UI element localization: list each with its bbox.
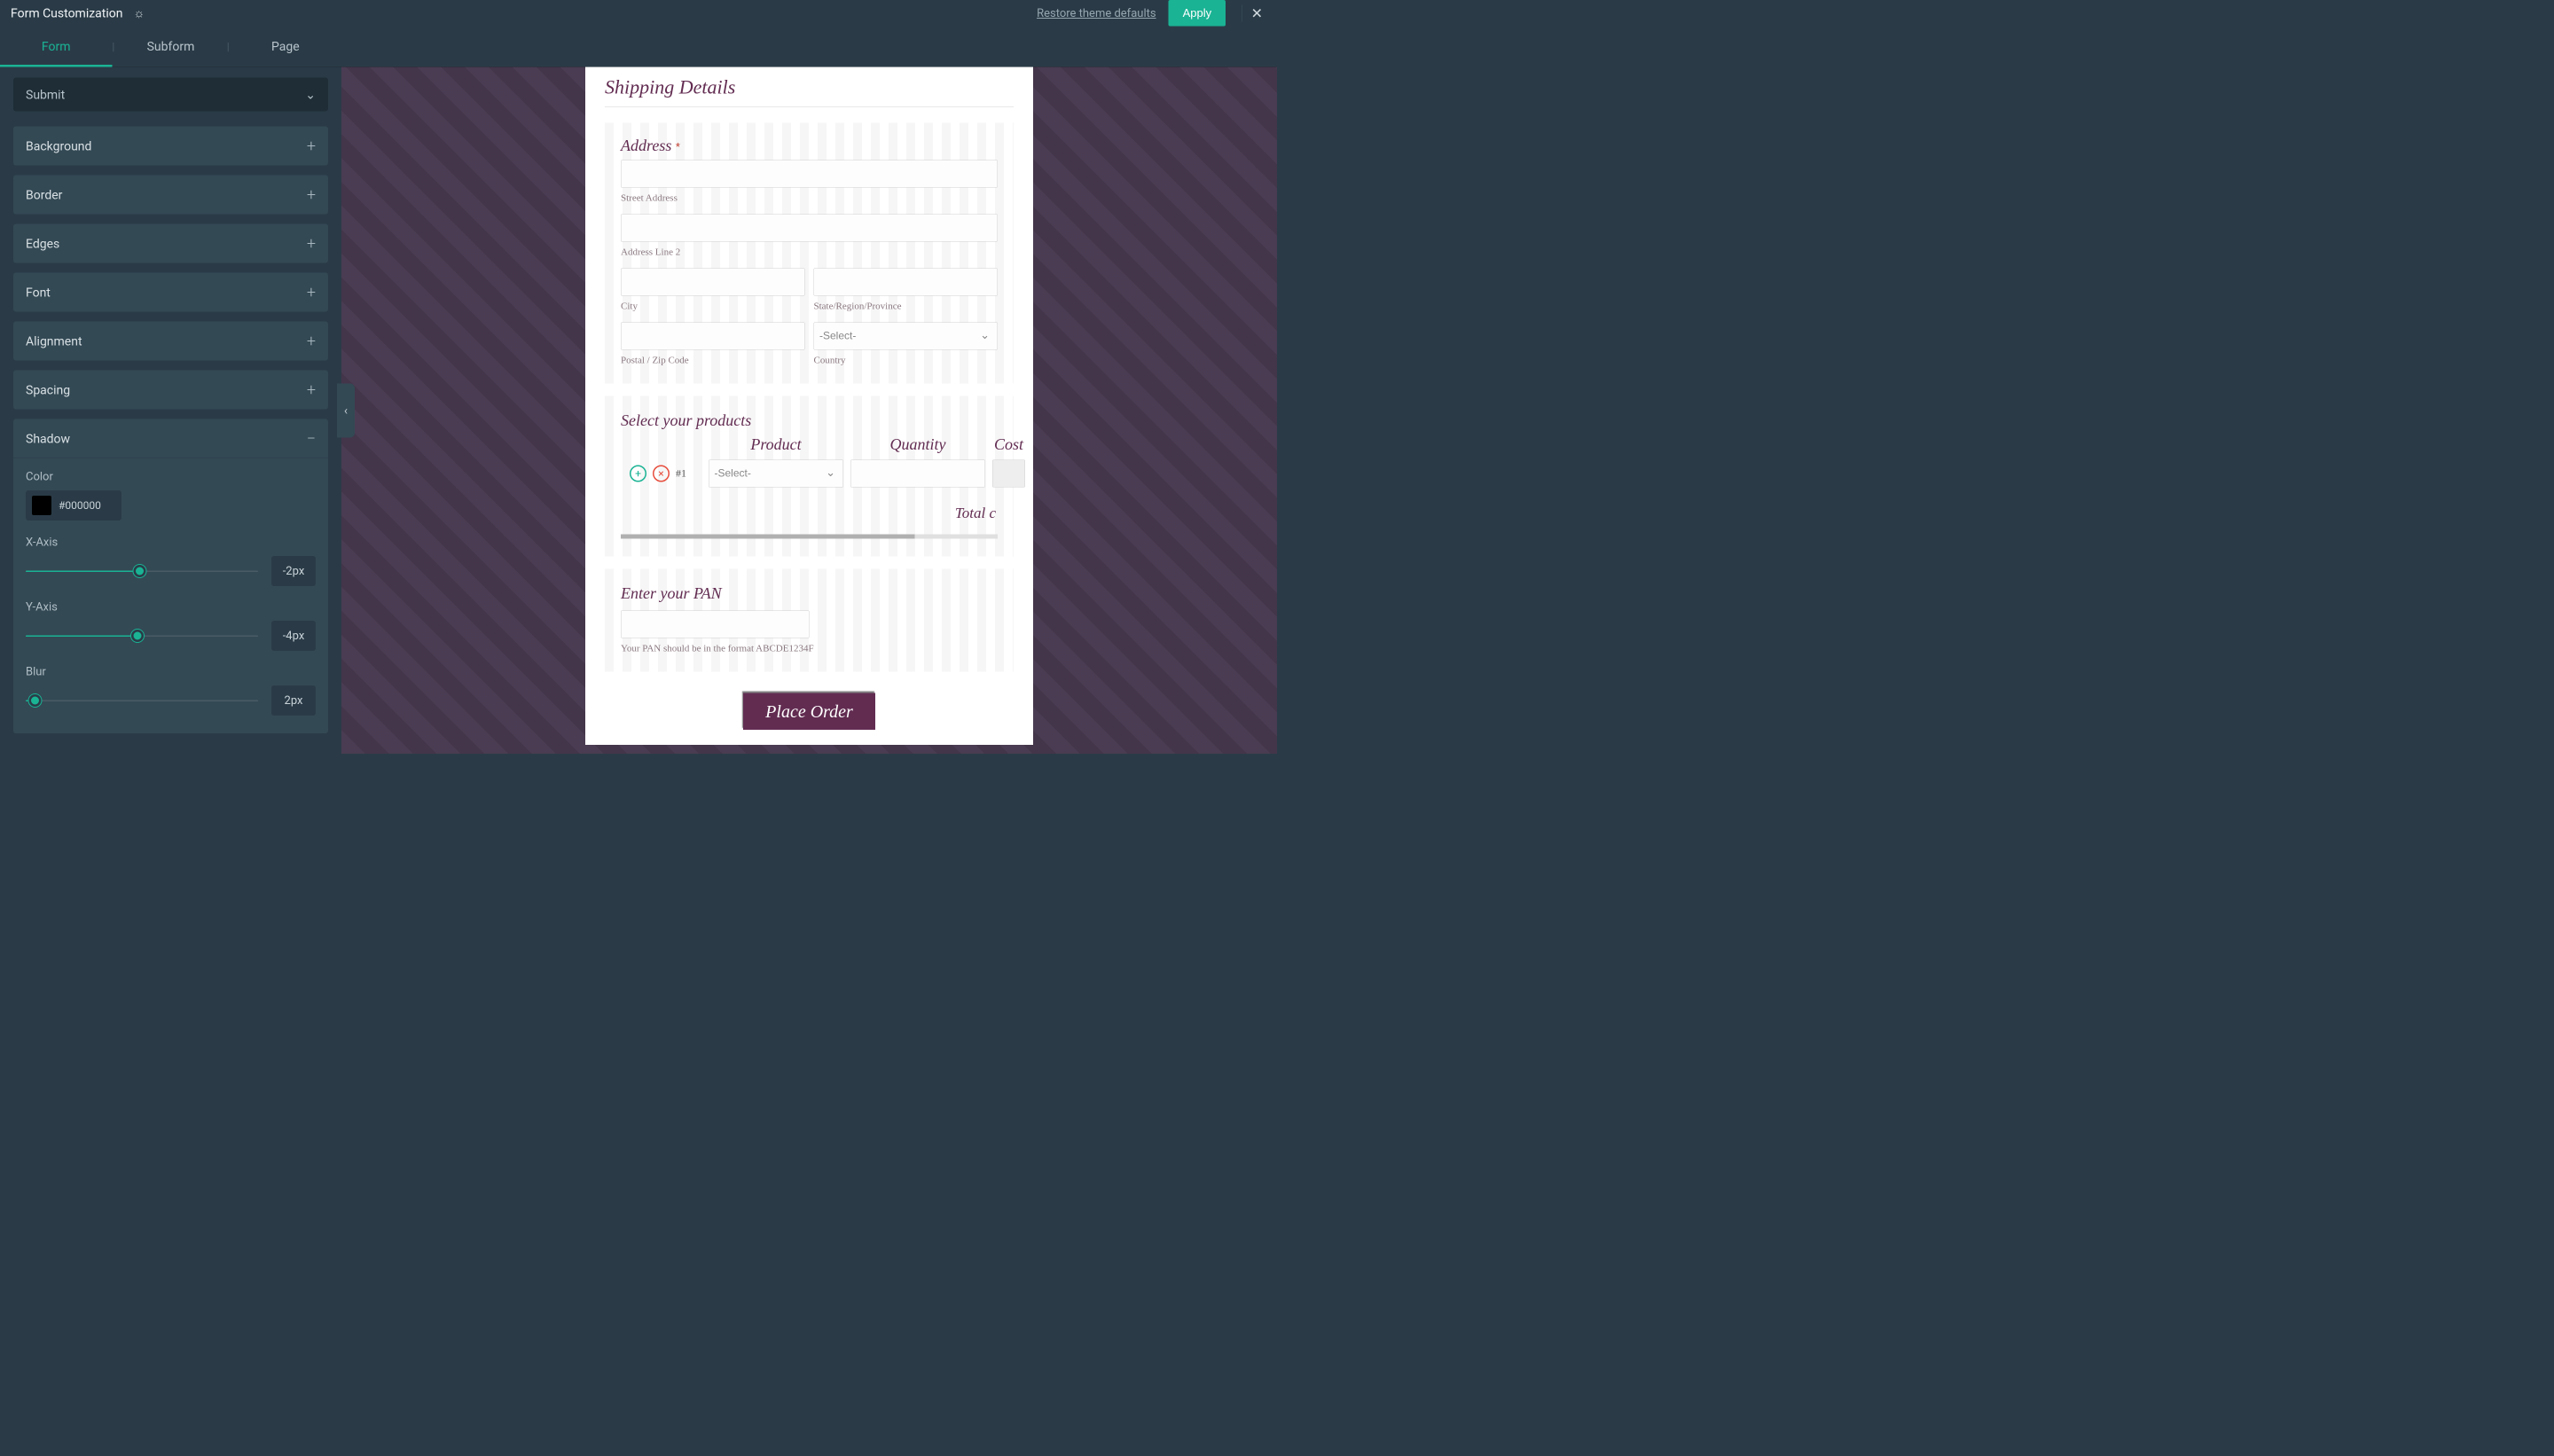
- country-sublabel: Country: [814, 355, 999, 366]
- state-input[interactable]: [814, 269, 999, 296]
- street-address-input[interactable]: [621, 160, 998, 188]
- add-row-button[interactable]: +: [630, 466, 646, 482]
- panel-label: Shadow: [26, 431, 70, 446]
- city-sublabel: City: [621, 301, 805, 312]
- col-quantity: Quantity: [847, 435, 989, 454]
- plus-icon: +: [307, 137, 316, 155]
- x-axis-value[interactable]: -2px: [271, 556, 316, 586]
- address-line2-input[interactable]: [621, 215, 998, 242]
- panel-background[interactable]: Background +: [13, 127, 328, 166]
- collapse-sidebar-handle[interactable]: ‹: [337, 383, 355, 437]
- panel-label: Alignment: [26, 333, 82, 348]
- y-axis-label: Y-Axis: [26, 600, 316, 614]
- close-icon[interactable]: ✕: [1242, 4, 1266, 21]
- form-preview: Shipping Details Address * Street Addres…: [341, 67, 1277, 755]
- city-input[interactable]: [621, 269, 805, 296]
- minus-icon: −: [307, 429, 316, 448]
- remove-row-button[interactable]: ×: [653, 466, 670, 482]
- line2-sublabel: Address Line 2: [621, 247, 998, 258]
- color-hex-value: #000000: [59, 499, 101, 512]
- panel-label: Background: [26, 138, 91, 153]
- row-number: #1: [676, 467, 686, 480]
- country-select[interactable]: [814, 323, 999, 350]
- postal-sublabel: Postal / Zip Code: [621, 355, 805, 366]
- pan-hint: Your PAN should be in the format ABCDE12…: [621, 643, 998, 654]
- theme-toggle-icon[interactable]: ☼: [134, 6, 145, 21]
- page-title: Form Customization: [11, 6, 123, 21]
- horizontal-scrollbar[interactable]: [621, 535, 998, 539]
- panel-label: Font: [26, 285, 51, 300]
- restore-defaults-link[interactable]: Restore theme defaults: [1037, 6, 1156, 20]
- panel-alignment[interactable]: Alignment +: [13, 322, 328, 361]
- style-target-label: Submit: [26, 87, 65, 102]
- col-product: Product: [705, 435, 847, 454]
- panel-shadow[interactable]: Shadow −: [13, 419, 328, 458]
- plus-icon: +: [307, 332, 316, 350]
- panel-label: Spacing: [26, 382, 70, 397]
- product-select[interactable]: [709, 460, 843, 488]
- apply-button[interactable]: Apply: [1169, 0, 1226, 27]
- products-title: Select your products: [621, 411, 998, 430]
- panel-border[interactable]: Border +: [13, 176, 328, 215]
- panel-label: Edges: [26, 236, 59, 251]
- panel-label: Border: [26, 187, 62, 202]
- panel-edges[interactable]: Edges +: [13, 224, 328, 263]
- tab-subform[interactable]: Subform: [114, 26, 226, 67]
- plus-icon: +: [307, 185, 316, 204]
- col-cost: Cost: [989, 435, 1029, 454]
- style-target-select[interactable]: Submit ⌄: [13, 78, 328, 112]
- blur-slider[interactable]: [26, 700, 258, 701]
- tab-form[interactable]: Form: [0, 26, 112, 67]
- tab-page[interactable]: Page: [230, 26, 341, 67]
- slider-thumb[interactable]: [28, 694, 41, 707]
- place-order-button[interactable]: Place Order: [743, 693, 875, 731]
- state-sublabel: State/Region/Province: [814, 301, 999, 312]
- plus-icon: +: [307, 380, 316, 399]
- postal-input[interactable]: [621, 323, 805, 350]
- shipping-details-title: Shipping Details: [605, 76, 1014, 107]
- shadow-color-label: Color: [26, 470, 316, 483]
- plus-icon: +: [307, 283, 316, 301]
- pan-title: Enter your PAN: [621, 584, 998, 603]
- pan-input[interactable]: [621, 611, 810, 638]
- x-axis-slider[interactable]: [26, 570, 258, 572]
- x-axis-label: X-Axis: [26, 536, 316, 549]
- blur-value[interactable]: 2px: [271, 685, 316, 716]
- slider-thumb[interactable]: [133, 565, 145, 577]
- quantity-input[interactable]: [850, 460, 985, 488]
- slider-thumb[interactable]: [131, 630, 144, 642]
- panel-spacing[interactable]: Spacing +: [13, 371, 328, 410]
- color-swatch: [32, 496, 51, 515]
- blur-label: Blur: [26, 665, 316, 678]
- total-label: Total c: [621, 505, 998, 522]
- address-label: Address *: [621, 137, 998, 155]
- plus-icon: +: [307, 234, 316, 253]
- cost-input[interactable]: [992, 460, 1025, 488]
- panel-font[interactable]: Font +: [13, 273, 328, 312]
- shadow-color-picker[interactable]: #000000: [26, 490, 121, 521]
- street-sublabel: Street Address: [621, 192, 998, 204]
- chevron-down-icon: ⌄: [305, 87, 316, 102]
- y-axis-value[interactable]: -4px: [271, 621, 316, 651]
- y-axis-slider[interactable]: [26, 635, 258, 637]
